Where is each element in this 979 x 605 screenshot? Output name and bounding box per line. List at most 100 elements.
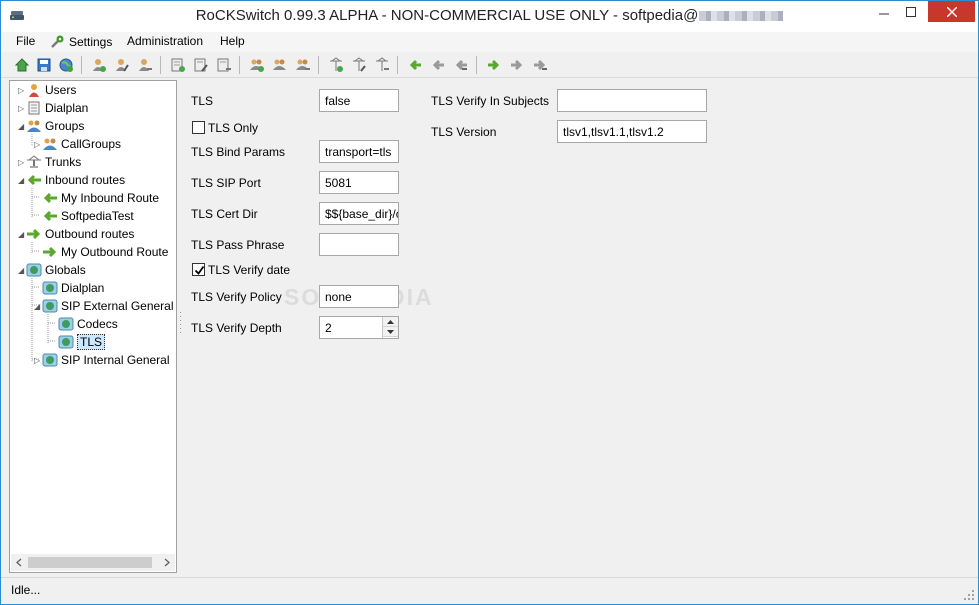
remove-user-icon[interactable] <box>136 56 154 74</box>
tree-item-label: Users <box>45 83 77 97</box>
maximize-button[interactable] <box>897 1 924 23</box>
tree-item-globals-dialplan[interactable]: Dialplan <box>42 279 104 297</box>
tree-item-sip-internal-general[interactable]: SIP Internal General <box>42 351 170 369</box>
tree-item-my-outbound-route[interactable]: My Outbound Route <box>42 243 168 261</box>
remove-group-icon[interactable] <box>294 56 312 74</box>
tree-horizontal-scrollbar[interactable] <box>11 554 175 571</box>
tls-verify-in-subjects-field[interactable] <box>557 89 707 112</box>
expand-users-icon[interactable]: ▷ <box>18 87 26 95</box>
expand-dialplan-icon[interactable]: ▷ <box>18 105 26 113</box>
edit-outbound-icon[interactable] <box>508 56 526 74</box>
callgroups-icon <box>42 136 58 152</box>
remove-inbound-icon[interactable] <box>452 56 470 74</box>
expand-sip-internal-icon[interactable]: ▷ <box>34 357 42 365</box>
collapse-inbound-icon[interactable]: ◢ <box>18 177 26 185</box>
edit-user-icon[interactable] <box>113 56 131 74</box>
tree-item-dialplan[interactable]: Dialplan <box>26 99 88 117</box>
add-outbound-icon[interactable] <box>485 56 503 74</box>
tls-only-checkbox[interactable] <box>192 121 205 134</box>
edit-dialplan-icon[interactable] <box>192 56 210 74</box>
tree-item-globals[interactable]: Globals <box>26 261 86 279</box>
inbound-arrow-icon <box>26 172 42 188</box>
menu-settings[interactable]: Settings <box>49 34 112 50</box>
tree-item-label: Trunks <box>45 155 82 169</box>
tree-item-callgroups[interactable]: CallGroups <box>42 135 121 153</box>
tls-sip-port-field[interactable]: 5081 <box>319 171 399 194</box>
tls-pass-phrase-label: TLS Pass Phrase <box>191 238 285 252</box>
tls-verify-in-subjects-label: TLS Verify In Subjects <box>431 94 550 108</box>
tree-item-label: My Inbound Route <box>61 191 160 205</box>
tree-item-trunks[interactable]: Trunks <box>26 153 81 171</box>
add-trunk-icon[interactable] <box>327 56 345 74</box>
tls-verify-depth-spinner[interactable]: 2 <box>319 316 399 339</box>
tls-verify-date-label: TLS Verify date <box>208 263 291 277</box>
add-group-icon[interactable] <box>248 56 266 74</box>
tls-verify-depth-value: 2 <box>325 321 332 335</box>
menu-file[interactable]: File <box>16 34 35 48</box>
expand-callgroups-icon[interactable]: ▷ <box>34 141 42 149</box>
tree-item-my-inbound-route[interactable]: My Inbound Route <box>42 189 159 207</box>
maximize-icon <box>905 7 916 17</box>
close-button[interactable] <box>928 1 975 22</box>
tree-item-tls[interactable]: TLS <box>58 333 106 351</box>
tree-item-label: SIP Internal General <box>61 353 170 367</box>
edit-inbound-icon[interactable] <box>429 56 447 74</box>
add-user-icon[interactable] <box>90 56 108 74</box>
globe-icon[interactable] <box>57 56 75 74</box>
spin-down-icon[interactable] <box>383 327 398 337</box>
tree-item-outbound-routes[interactable]: Outbound routes <box>26 225 134 243</box>
save-icon[interactable] <box>35 56 53 74</box>
scrollbar-thumb[interactable] <box>28 557 152 568</box>
collapse-globals-icon[interactable]: ◢ <box>18 267 26 275</box>
expand-trunks-icon[interactable]: ▷ <box>18 159 26 167</box>
collapse-groups-icon[interactable]: ◢ <box>18 123 26 131</box>
toolbar <box>1 52 978 78</box>
title-bar[interactable]: RoCKSwitch 0.99.3 ALPHA - NON-COMMERCIAL… <box>1 1 978 32</box>
add-dialplan-icon[interactable] <box>169 56 187 74</box>
scroll-left-icon[interactable] <box>11 554 28 571</box>
tls-version-field[interactable]: tlsv1,tlsv1.1,tlsv1.2 <box>557 120 707 143</box>
edit-group-icon[interactable] <box>271 56 289 74</box>
dialplan-icon <box>26 100 42 116</box>
tls-verify-policy-field[interactable]: none <box>319 285 399 308</box>
tree-item-codecs[interactable]: Codecs <box>58 315 118 333</box>
user-icon <box>26 82 42 98</box>
home-icon[interactable] <box>13 56 31 74</box>
remove-dialplan-icon[interactable] <box>215 56 233 74</box>
scroll-right-icon[interactable] <box>158 554 175 571</box>
groups-icon <box>26 118 42 134</box>
resize-grip-icon[interactable] <box>963 589 975 601</box>
tls-verify-date-checkbox[interactable] <box>192 263 205 276</box>
status-text: Idle... <box>11 583 41 597</box>
minimize-icon <box>878 13 889 15</box>
checkmark-icon <box>194 265 205 275</box>
spin-up-icon[interactable] <box>383 317 398 327</box>
remove-outbound-icon[interactable] <box>531 56 549 74</box>
collapse-outbound-icon[interactable]: ◢ <box>18 231 26 239</box>
navigation-tree[interactable]: ▷ Users ▷ Dialplan ◢ Groups ▷ CallGroups… <box>9 80 177 573</box>
tls-bind-params-field[interactable]: transport=tls <box>319 140 399 163</box>
tree-item-softpediatest[interactable]: SoftpediaTest <box>42 207 134 225</box>
tree-item-groups[interactable]: Groups <box>26 117 84 135</box>
tree-item-sip-external-general[interactable]: SIP External General <box>42 297 174 315</box>
inbound-arrow-icon <box>42 208 58 224</box>
tree-item-inbound-routes[interactable]: Inbound routes <box>26 171 125 189</box>
spinner-buttons <box>382 317 398 338</box>
add-inbound-icon[interactable] <box>406 56 424 74</box>
menu-administration[interactable]: Administration <box>127 34 203 48</box>
tls-cert-dir-label: TLS Cert Dir <box>191 207 258 221</box>
collapse-sip-external-icon[interactable]: ◢ <box>34 303 42 311</box>
tree-item-users[interactable]: Users <box>26 81 76 99</box>
tls-field[interactable]: false <box>319 89 399 112</box>
tree-item-label: Outbound routes <box>45 227 135 241</box>
remove-trunk-icon[interactable] <box>373 56 391 74</box>
trunk-icon <box>26 154 42 170</box>
tls-cert-dir-field[interactable]: $${base_dir}/c <box>319 202 399 225</box>
edit-trunk-icon[interactable] <box>350 56 368 74</box>
tls-pass-phrase-field[interactable] <box>319 233 399 256</box>
tls-only-label: TLS Only <box>208 121 259 135</box>
splitter-grip[interactable] <box>179 311 182 335</box>
globe-icon <box>42 280 58 296</box>
menu-help[interactable]: Help <box>220 34 245 48</box>
minimize-button[interactable] <box>870 1 897 23</box>
